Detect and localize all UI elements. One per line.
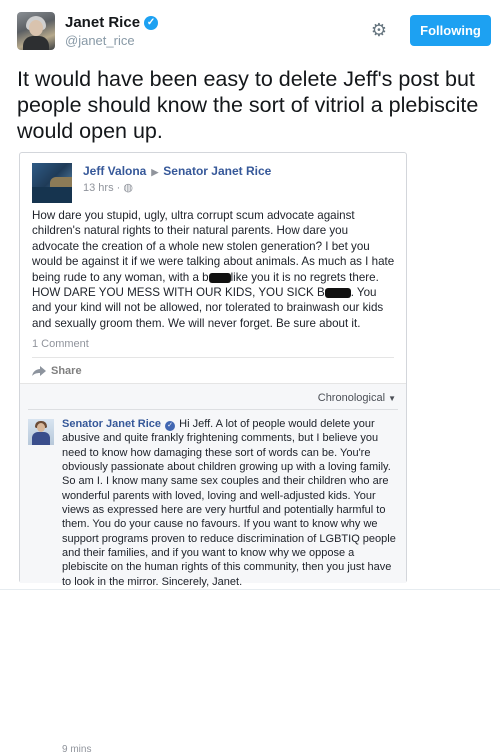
verified-badge-icon: ✓ [144,15,159,30]
divider [28,409,398,410]
share-arrow-icon [32,366,46,376]
facebook-post-header: Jeff Valona ▶ Senator Janet Rice [83,164,271,178]
user-handle[interactable]: @janet_rice [65,33,135,48]
tweet-text: It would have been easy to delete Jeff's… [17,67,479,143]
facebook-post-time: 13 hrs · [83,182,121,194]
commenter-avatar [28,419,54,445]
user-avatar[interactable] [17,12,55,50]
gear-icon[interactable]: ⚙ [368,19,390,41]
facebook-post-body: How dare you stupid, ugly, ultra corrupt… [32,208,396,331]
sort-label: Chronological [317,392,386,404]
comment-body: Hi Jeff. A lot of people would delete yo… [62,418,396,588]
divider [32,357,394,358]
facebook-post-meta: 13 hrs · ◍ [83,181,133,194]
share-label: Share [51,365,82,377]
redaction-bar [324,287,351,298]
redaction-bar [208,272,231,283]
user-display-name[interactable]: Janet Rice [65,14,140,31]
globe-icon: ◍ [123,182,133,194]
facebook-recipient-name: Senator Janet Rice [163,164,272,178]
comment-count: 1 Comment [32,338,89,350]
dropdown-caret-icon: ▼ [388,394,396,403]
triangle-right-icon: ▶ [151,167,159,177]
user-name[interactable]: Janet Rice ✓ [65,14,159,31]
verified-badge-icon: ✓ [165,421,176,431]
share-button: Share [32,365,82,377]
comment-author: Senator Janet Rice [62,418,162,430]
facebook-author-avatar [32,163,72,203]
facebook-author-name: Jeff Valona [83,164,147,178]
comment-time: 9 mins [62,744,92,755]
facebook-post-screenshot: Jeff Valona ▶ Senator Janet Rice 13 hrs · … [19,152,407,755]
comment-text: Senator Janet Rice ✓ Hi Jeff. A lot of p… [62,417,396,589]
tweet-header: Janet Rice ✓ @janet_rice ⚙ Following [17,12,491,56]
comments-section: Chronological ▼ Senator Janet Rice ✓ Hi … [20,383,406,755]
following-button[interactable]: Following [410,15,491,46]
comment-sort-dropdown: Chronological ▼ [318,392,396,404]
